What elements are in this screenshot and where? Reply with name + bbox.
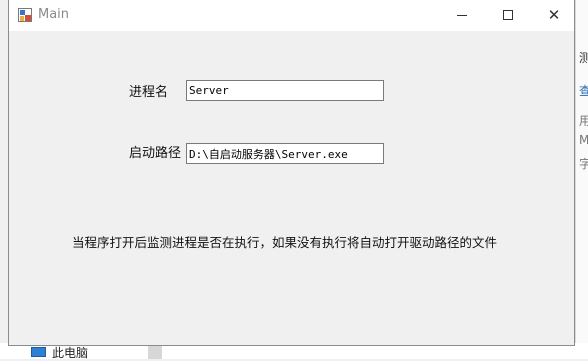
maximize-icon [503, 10, 513, 20]
description-text: 当程序打开后监测进程是否在执行，如果没有执行将自动打开驱动路径的文件 [72, 235, 498, 250]
computer-icon [31, 347, 46, 357]
close-icon: ✕ [547, 6, 561, 24]
window-title: Main [38, 7, 70, 22]
start-path-input[interactable] [186, 143, 384, 164]
process-name-label: 进程名 [129, 85, 169, 100]
process-name-input[interactable] [186, 80, 384, 101]
app-icon [18, 8, 32, 22]
maximize-button[interactable] [485, 0, 531, 31]
background-glyph: ML [579, 133, 588, 147]
background-glyph: 用 [579, 114, 588, 128]
background-glyph: 测 [579, 51, 588, 65]
background-glyph: 字 [579, 157, 588, 171]
close-button[interactable]: ✕ [531, 0, 577, 31]
minimize-button[interactable] [439, 0, 485, 31]
title-bar[interactable]: Main ✕ [9, 0, 574, 31]
start-path-label: 启动路径 [129, 146, 182, 161]
form-client-area: 进程名 启动路径 当程序打开后监测进程是否在执行，如果没有执行将自动打开驱动路径… [9, 31, 574, 346]
background-window-edge: 测 查 用 ML 字 [575, 0, 588, 359]
background-glyph: 查 [579, 84, 588, 98]
background-this-pc-label[interactable]: 此电脑 [52, 344, 88, 361]
minimize-icon [457, 15, 467, 16]
main-window: Main ✕ 进程名 启动路径 当程序打开后监测进程是否在执行，如果没有执行将自… [8, 0, 575, 346]
